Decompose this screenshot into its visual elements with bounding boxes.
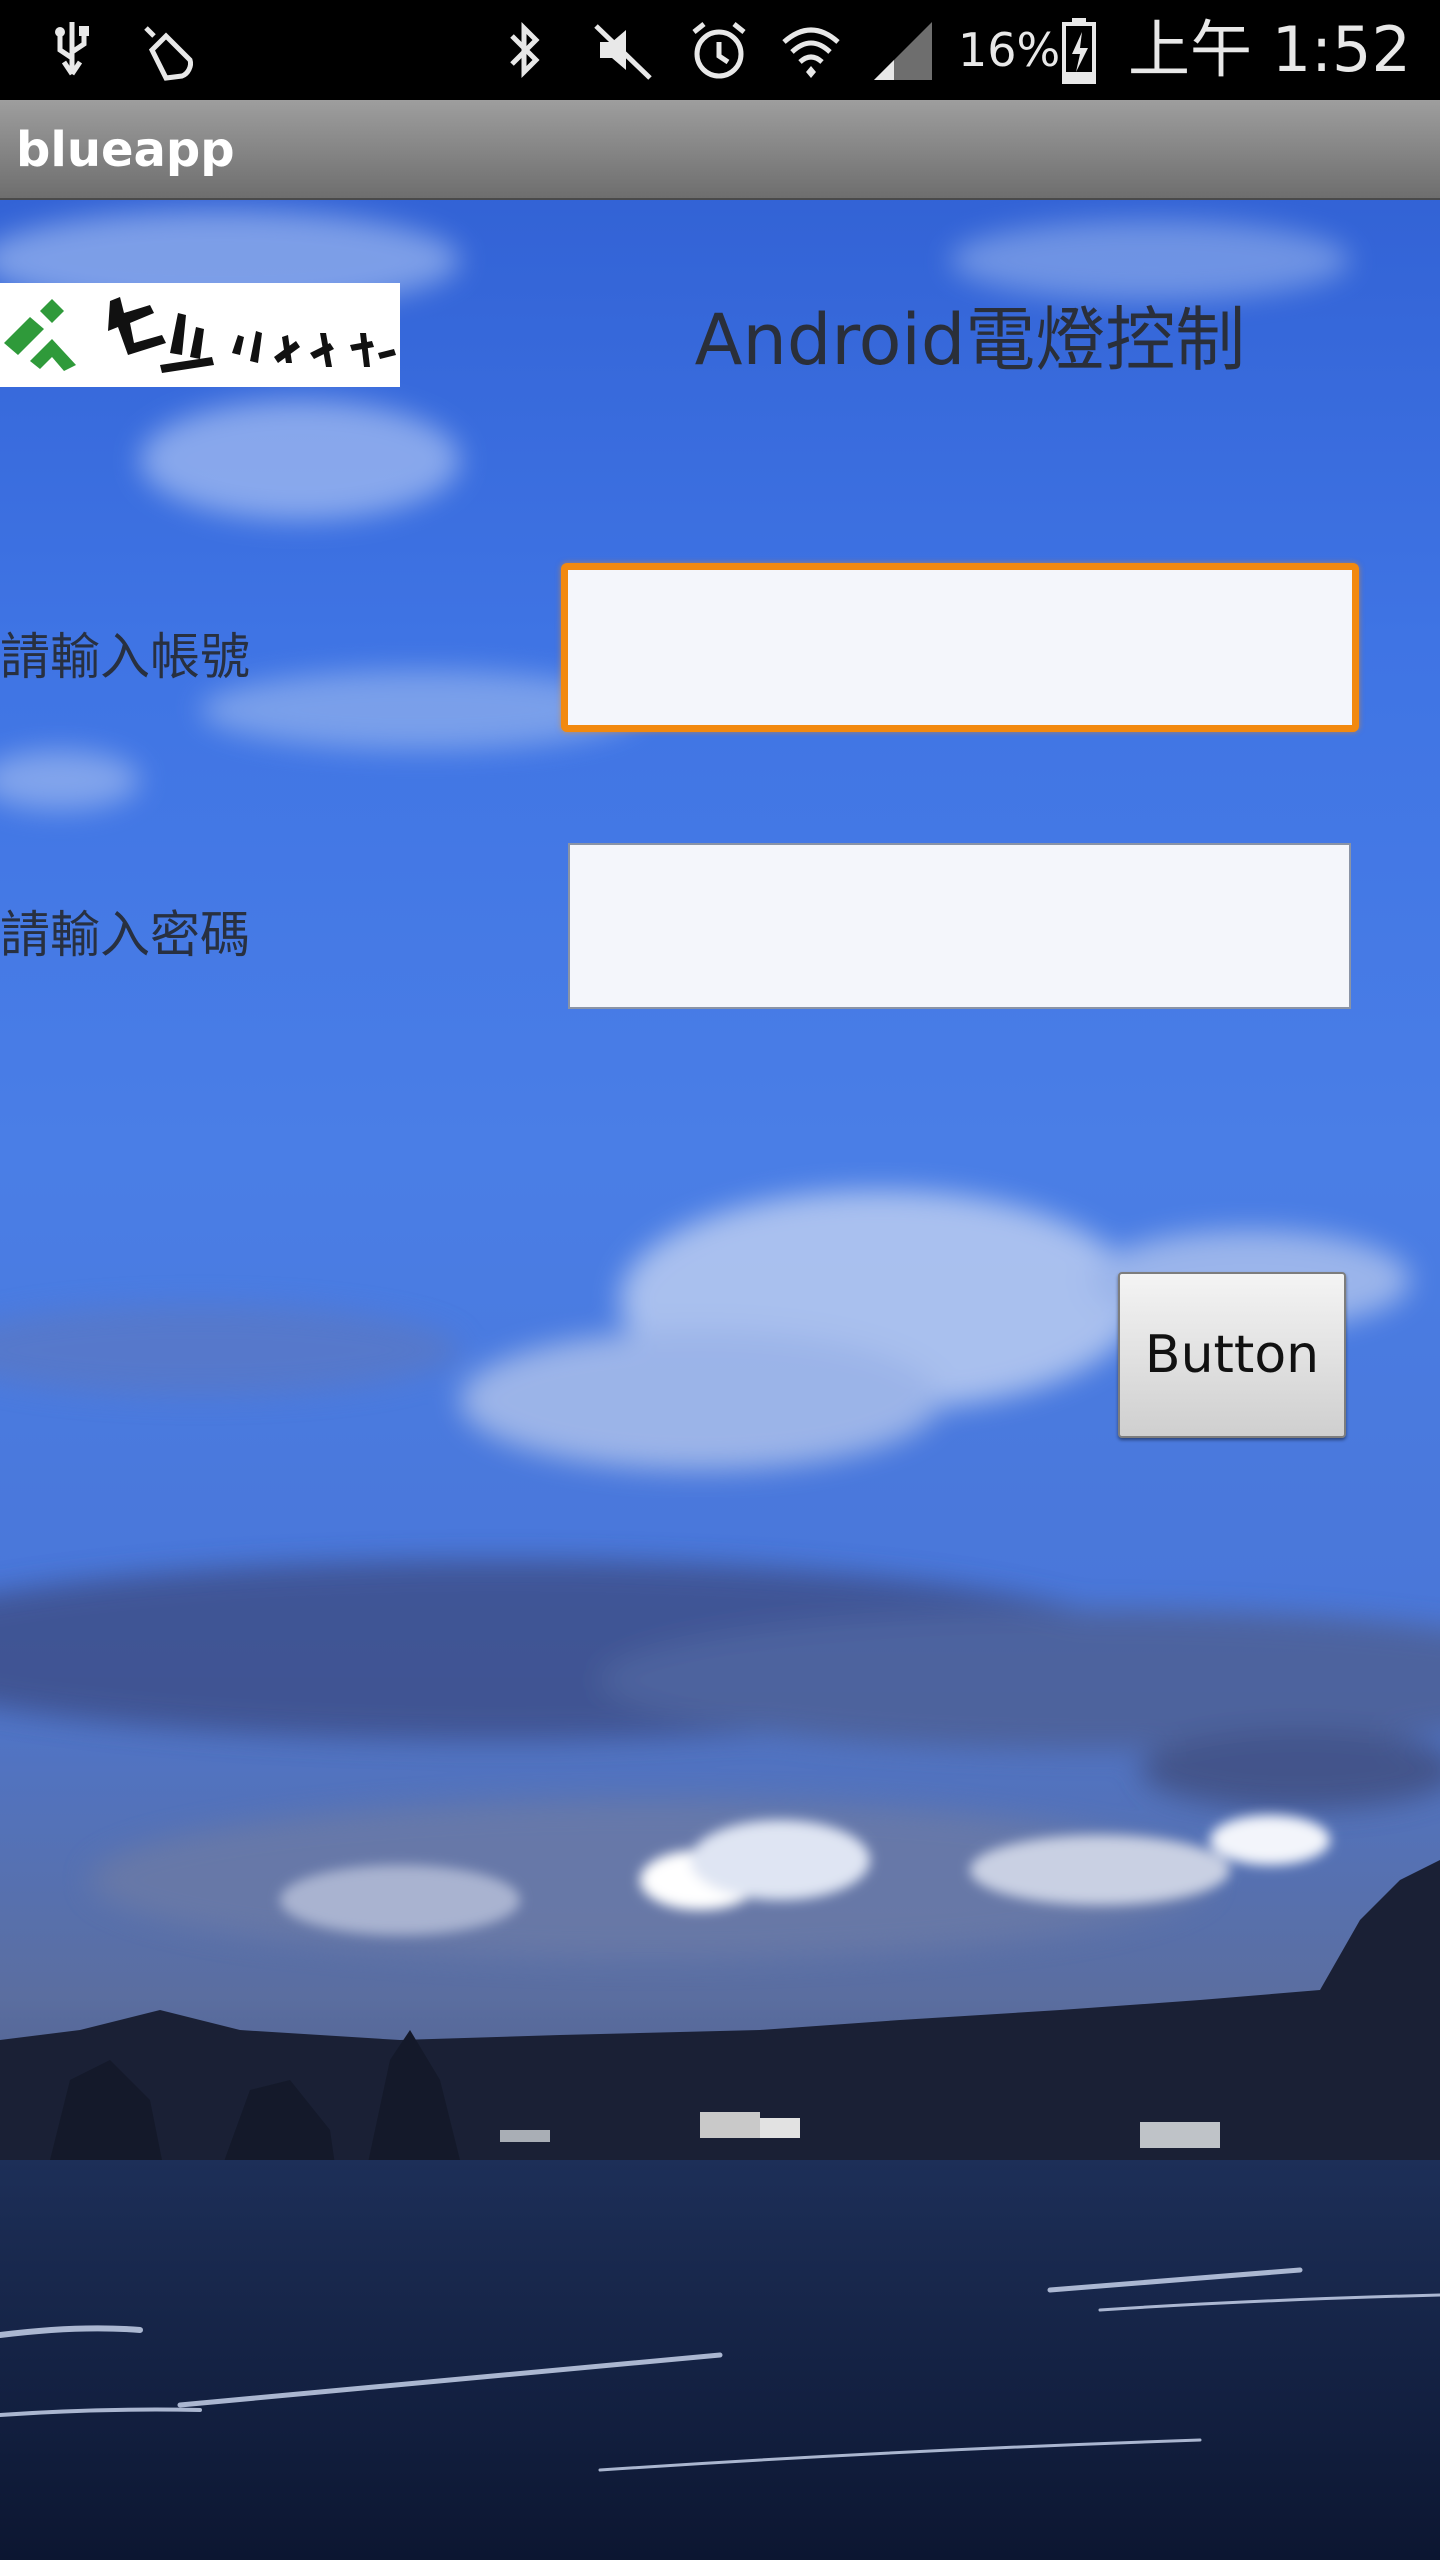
mute-icon: [594, 24, 652, 80]
usb-icon: [55, 22, 89, 76]
battery-charging-icon: [1062, 18, 1096, 84]
alarm-icon: [692, 22, 746, 79]
app-title: blueapp: [16, 122, 235, 178]
school-logo: [0, 283, 400, 387]
account-input[interactable]: [561, 563, 1359, 732]
password-label: 請輸入密碼: [0, 906, 250, 964]
action-bar: blueapp: [0, 100, 1440, 200]
password-input[interactable]: [568, 843, 1351, 1009]
wifi-icon: [782, 27, 840, 78]
page-title: Android電燈控制: [694, 299, 1246, 381]
submit-button[interactable]: Button: [1118, 1272, 1346, 1438]
touch-icon: [144, 26, 193, 81]
account-label: 請輸入帳號: [0, 628, 250, 686]
battery-percent: 16%: [958, 23, 1061, 77]
bluetooth-icon: [510, 21, 540, 79]
clock: 上午 1:52: [1128, 13, 1411, 86]
status-bar: 16% 上午 1:52: [0, 0, 1440, 100]
signal-icon: [874, 22, 932, 80]
